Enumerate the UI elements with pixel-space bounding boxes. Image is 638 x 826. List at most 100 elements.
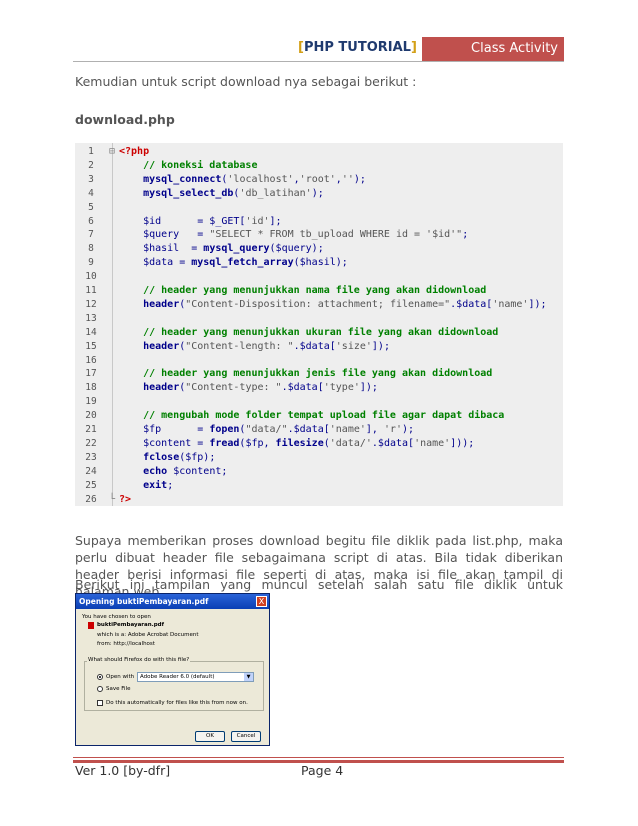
dialog-chosen-text: You have chosen to open: [82, 614, 151, 620]
code-line: 24 echo $content;: [75, 465, 563, 479]
line-number: 16: [85, 354, 97, 366]
dialog-title: Opening buktiPembayaran.pdf: [76, 594, 269, 609]
line-number: 12: [85, 298, 97, 310]
code-line: 20 // mengubah mode folder tempat upload…: [75, 409, 563, 423]
cancel-button[interactable]: Cancel: [231, 731, 261, 742]
code-line: 11 // header yang menunjukkan nama file …: [75, 284, 563, 298]
save-file-label: Save File: [106, 686, 131, 692]
line-number: 19: [85, 396, 97, 408]
line-number: 24: [85, 465, 97, 477]
code-line: 6 $id = $_GET['id'];: [75, 215, 563, 229]
code-text: fclose($fp);: [143, 451, 216, 463]
code-text: <?php: [119, 146, 150, 157]
code-text: $fp = fopen("data/".$data['name'], 'r');: [119, 424, 415, 435]
code-line: 13: [75, 312, 563, 326]
code-text: // header yang menunjukkan jenis file ya…: [119, 368, 493, 380]
code-text: $hasil = mysql_query($query);: [119, 243, 324, 255]
code-text: mysql_select_db('db_latihan');: [143, 187, 324, 199]
code-text: ?>: [119, 493, 132, 505]
open-with-radio[interactable]: [97, 674, 103, 680]
code-line: 1 ⊟ <?php: [75, 145, 563, 159]
footer-version: Ver 1.0 [by-dfr]: [75, 763, 171, 778]
ok-button[interactable]: OK: [195, 731, 225, 742]
line-number: 14: [85, 326, 97, 338]
fold-end-icon: └: [109, 493, 116, 505]
code-text: $query = "SELECT * FROM tb_upload WHERE …: [119, 229, 469, 241]
code-line: 5: [75, 201, 563, 215]
title-text: PHP TUTORIAL: [303, 40, 411, 55]
code-line: 7 $query = "SELECT * FROM tb_upload WHER…: [75, 228, 563, 242]
code-line: 25 exit;: [75, 479, 563, 493]
line-number: 20: [85, 410, 97, 422]
code-text: $data = mysql_fetch_array($hasil);: [119, 257, 348, 269]
code-line: 21 $fp = fopen("data/".$data['name'], 'r…: [75, 423, 563, 437]
code-line: 22 $content = fread($fp, filesize('data/…: [75, 437, 563, 451]
line-number: 7: [88, 229, 94, 241]
code-text: $id = $_GET['id'];: [119, 215, 282, 227]
class-activity-badge: Class Activity: [422, 37, 564, 61]
code-text: header("Content-type: ".$data['type']);: [143, 382, 378, 394]
close-icon[interactable]: X: [256, 596, 267, 607]
code-text: header("Content-length: ".$data['size'])…: [143, 340, 390, 352]
line-number: 13: [85, 312, 97, 324]
line-number: 18: [85, 382, 97, 394]
pdf-file-icon: [88, 622, 94, 629]
code-block: 1 ⊟ <?php 2 // koneksi database 3 mysql_conn…: [75, 143, 563, 506]
code-line: 15 header("Content-length: ".$data['size…: [75, 340, 563, 354]
line-number: 11: [85, 285, 97, 296]
code-line: 3 mysql_connect('localhost','root','');: [75, 173, 563, 187]
download-dialog-screenshot: Opening buktiPembayaran.pdf X You have c…: [75, 593, 270, 746]
line-number: 3: [88, 173, 94, 185]
chevron-down-icon[interactable]: ▼: [244, 673, 253, 681]
footer-line-thin: [73, 757, 564, 758]
code-line: 4 mysql_select_db('db_latihan');: [75, 187, 563, 201]
code-text: $content = fread($fp, filesize('data/'.$…: [119, 437, 475, 449]
code-line: 9 $data = mysql_fetch_array($hasil);: [75, 256, 563, 270]
line-number: 6: [88, 215, 94, 227]
footer-page-number: Page 4: [301, 763, 344, 778]
line-number: 1: [88, 146, 94, 157]
code-text: // mengubah mode folder tempat upload fi…: [119, 410, 505, 422]
code-line: 19: [75, 395, 563, 409]
line-number: 21: [85, 424, 97, 435]
dialog-file-source: from: http://localhost: [97, 641, 155, 647]
code-line: 2 // koneksi database: [75, 159, 563, 173]
application-select-value: Adobe Reader 6.0 (default): [140, 674, 215, 680]
application-select[interactable]: Adobe Reader 6.0 (default) ▼: [137, 672, 254, 682]
line-number: 22: [85, 437, 97, 449]
save-file-radio[interactable]: [97, 686, 103, 692]
line-number: 5: [88, 201, 94, 213]
code-line: 14 // header yang menunjukkan ukuran fil…: [75, 326, 563, 340]
line-number: 2: [88, 159, 94, 171]
auto-checkbox[interactable]: [97, 700, 103, 706]
code-line: 10: [75, 270, 563, 284]
code-text: // header yang menunjukkan nama file yan…: [119, 285, 487, 296]
intro-text: Kemudian untuk script download nya sebag…: [75, 74, 417, 89]
line-number: 23: [85, 451, 97, 463]
line-number: 25: [85, 479, 97, 491]
line-number: 8: [88, 243, 94, 255]
line-number: 17: [85, 368, 97, 380]
code-text: header("Content-Disposition: attachment;…: [143, 298, 547, 310]
code-line: 17 // header yang menunjukkan jenis file…: [75, 367, 563, 381]
fold-collapse-icon[interactable]: ⊟: [109, 145, 115, 159]
header-divider: [73, 61, 564, 62]
code-text: mysql_connect('localhost','root','');: [143, 173, 366, 185]
filename-heading: download.php: [75, 112, 175, 127]
bracket-close: ]: [410, 40, 417, 55]
code-text: exit;: [143, 479, 174, 491]
header-title: [PHP TUTORIAL]: [298, 40, 417, 55]
code-text: // header yang menunjukkan ukuran file y…: [119, 326, 499, 338]
code-line: 23 fclose($fp);: [75, 451, 563, 465]
code-text: echo $content;: [143, 465, 228, 477]
line-number: 26: [85, 493, 97, 505]
dialog-question: What should Firefox do with this file?: [87, 657, 191, 663]
open-with-label: Open with: [106, 674, 135, 680]
code-line: 18 header("Content-type: ".$data['type']…: [75, 381, 563, 395]
dialog-file-type: which is a: Adobe Acrobat Document: [97, 632, 199, 638]
line-number: 15: [85, 340, 97, 352]
line-number: 10: [85, 271, 97, 283]
code-line: 26 └ ?>: [75, 493, 563, 507]
dialog-filename: buktiPembayaran.pdf: [97, 622, 164, 628]
line-number: 4: [88, 187, 94, 199]
